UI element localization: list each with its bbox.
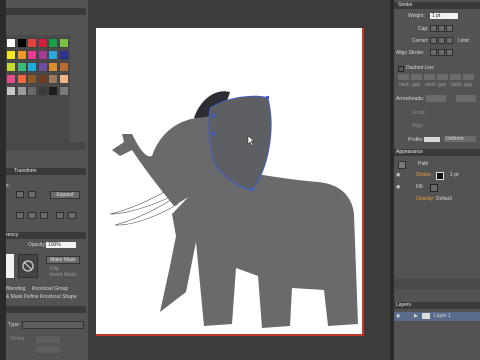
miter-join-icon[interactable]	[430, 37, 437, 44]
dash-gap-label: gap	[464, 82, 473, 88]
align-inside-stroke-icon[interactable]	[438, 49, 445, 56]
fill-color-box[interactable]	[430, 184, 438, 192]
opacity-row-label: Opacity:	[416, 196, 435, 202]
dash-gap-field[interactable]	[424, 74, 435, 80]
align-outside-stroke-icon[interactable]	[446, 49, 453, 56]
align-stroke-label: Align Stroke:	[396, 50, 425, 56]
anchor-point	[250, 188, 253, 191]
scale-label: Scale:	[412, 110, 426, 116]
dash-gap-label: dash	[399, 82, 410, 88]
right-panel-column: Stroke Weight: 1 pt Cap: Corner: Limit: …	[390, 0, 480, 360]
dash-gap-fields: dash gap dash gap dash gap	[398, 74, 480, 90]
dashed-line-label: Dashed Line	[406, 65, 435, 71]
visibility-eye-icon[interactable]: ◉	[396, 184, 400, 190]
stroke-row-value: 1 pt	[450, 172, 459, 178]
opacity-row-value: Default	[436, 196, 452, 202]
stroke-panel: Stroke Weight: 1 pt Cap: Corner: Limit: …	[394, 0, 480, 148]
opacity-row[interactable]: Opacity: Default	[394, 195, 480, 204]
appearance-footer	[394, 279, 480, 289]
align-label: Align:	[412, 123, 425, 129]
arrowheads-label: Arrowheads:	[396, 96, 425, 102]
align-center-stroke-icon[interactable]	[430, 49, 437, 56]
fill-row[interactable]: ◉ Fill:	[394, 183, 480, 192]
stroke-color-box[interactable]	[436, 172, 444, 180]
fill-row-label: Fill:	[416, 184, 424, 190]
dash-gap-field[interactable]	[398, 74, 409, 80]
layer-thumbnail	[422, 313, 430, 319]
appearance-panel-title[interactable]: Appearance	[396, 149, 423, 156]
weight-field[interactable]: 1 pt	[430, 13, 458, 19]
dash-gap-field[interactable]	[437, 74, 448, 80]
round-cap-icon[interactable]	[438, 25, 445, 32]
stroke-row[interactable]: ◉ Stroke: 1 pt	[394, 171, 480, 180]
dash-gap-label: dash	[451, 82, 462, 88]
profile-label: Profile:	[408, 137, 424, 143]
layer-row[interactable]: ◉ ▶ Layer 1	[394, 312, 480, 321]
cap-label: Cap:	[418, 26, 429, 32]
layers-panel-header: Layers	[394, 302, 480, 309]
expand-triangle-icon[interactable]: ▶	[414, 313, 418, 319]
dash-gap-field[interactable]	[450, 74, 461, 80]
bevel-join-icon[interactable]	[446, 37, 453, 44]
arrowhead-end-dropdown[interactable]	[456, 95, 476, 102]
visibility-eye-icon[interactable]: ◉	[396, 313, 400, 319]
arrowhead-start-dropdown[interactable]	[426, 95, 446, 102]
visibility-eye-icon[interactable]: ◉	[396, 172, 400, 178]
stroke-panel-title[interactable]: Stroke	[398, 2, 412, 9]
layers-panel: Layers ◉ ▶ Layer 1	[394, 302, 480, 360]
dash-gap-label: dash	[425, 82, 436, 88]
dash-gap-label: gap	[438, 82, 447, 88]
butt-cap-icon[interactable]	[430, 25, 437, 32]
round-join-icon[interactable]	[438, 37, 445, 44]
corner-label: Corner:	[412, 38, 429, 44]
path-thumbnail	[398, 161, 406, 169]
profile-preview	[424, 137, 440, 142]
appearance-panel: Appearance Path ◉ Stroke: 1 pt ◉ Fill: O…	[394, 149, 480, 289]
layers-panel-title[interactable]: Layers	[396, 302, 411, 309]
stroke-row-label: Stroke:	[416, 172, 432, 178]
weight-label: Weight:	[408, 13, 425, 19]
limit-label: Limit:	[458, 38, 470, 44]
anchor-point	[266, 96, 269, 99]
appearance-object-label: Path	[418, 161, 429, 167]
layer-name[interactable]: Layer 1	[434, 313, 451, 319]
anchor-point	[212, 132, 215, 135]
dash-gap-field[interactable]	[411, 74, 422, 80]
stroke-panel-header: Stroke	[394, 2, 480, 9]
appearance-panel-header: Appearance	[394, 149, 480, 156]
profile-dropdown[interactable]: Uniform	[444, 136, 476, 142]
dash-gap-field[interactable]	[463, 74, 474, 80]
dash-gap-label: gap	[412, 82, 421, 88]
dashed-line-checkbox[interactable]	[398, 66, 404, 72]
projecting-cap-icon[interactable]	[446, 25, 453, 32]
anchor-point	[212, 114, 215, 117]
